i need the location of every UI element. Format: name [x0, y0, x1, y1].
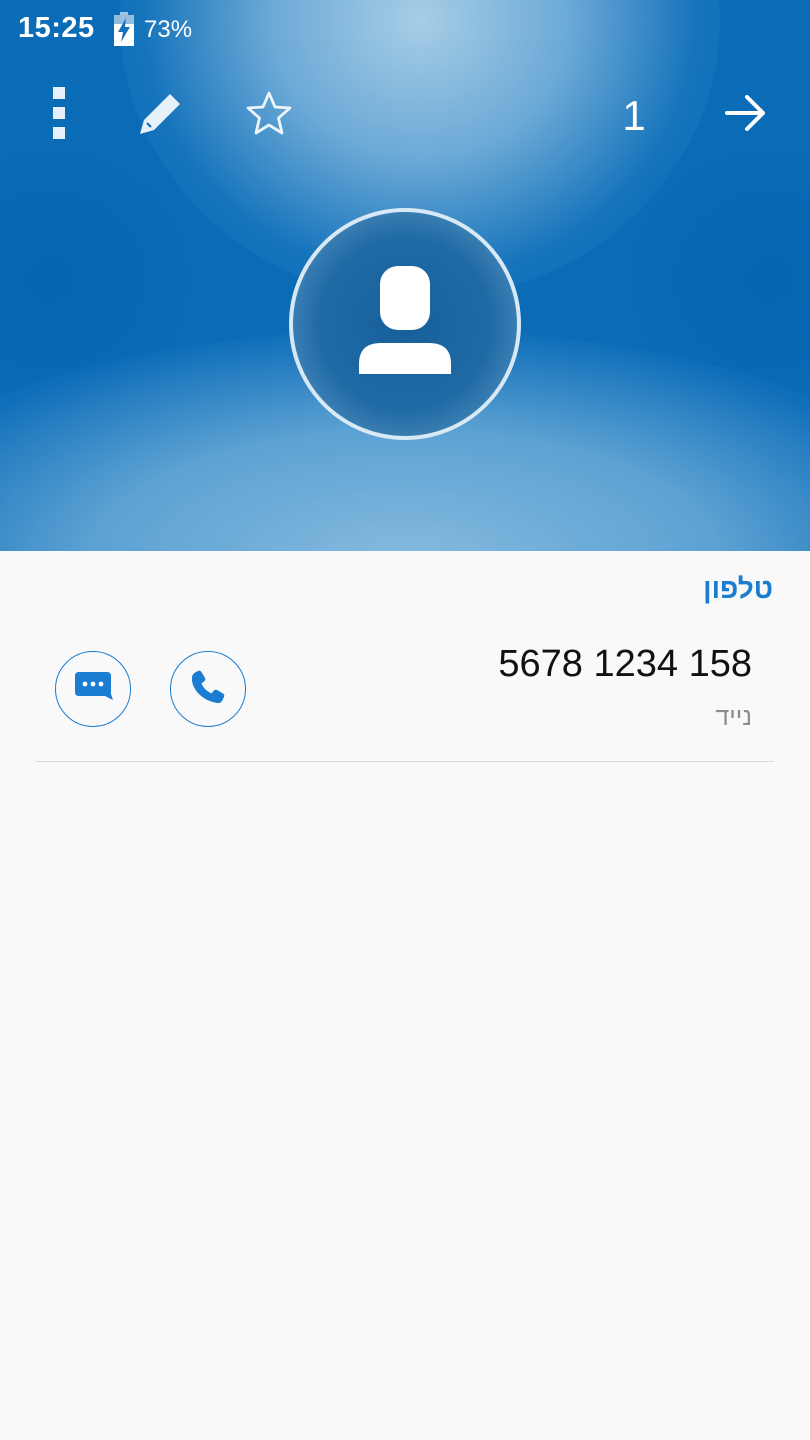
contact-counter: 1: [622, 92, 646, 139]
message-button[interactable]: [55, 651, 131, 727]
edit-button[interactable]: [131, 85, 191, 145]
section-divider: [36, 761, 774, 762]
star-outline-icon: [245, 90, 293, 141]
contact-header: 15:25 73% 1: [0, 0, 810, 551]
phone-section-title: טלפון: [703, 573, 773, 604]
status-bar: 15:25 73%: [0, 0, 810, 58]
pencil-icon: [138, 90, 184, 141]
status-time: 15:25: [18, 12, 95, 44]
battery-percentage: 73%: [144, 16, 193, 43]
phone-icon: [189, 668, 227, 711]
forward-button[interactable]: [716, 85, 776, 145]
more-vertical-icon: [52, 86, 66, 144]
contact-details: טלפון 5678 1234 158 נייד: [0, 551, 810, 1440]
arrow-right-icon: [725, 94, 767, 137]
more-options-button[interactable]: [29, 85, 89, 145]
contact-avatar[interactable]: [287, 206, 523, 442]
phone-type-label: נייד: [715, 703, 752, 731]
phone-number[interactable]: 5678 1234 158: [498, 643, 752, 686]
favorite-button[interactable]: [239, 85, 299, 145]
call-button[interactable]: [170, 651, 246, 727]
battery-charging-icon: [112, 12, 136, 46]
message-bubble-icon: [73, 670, 113, 709]
